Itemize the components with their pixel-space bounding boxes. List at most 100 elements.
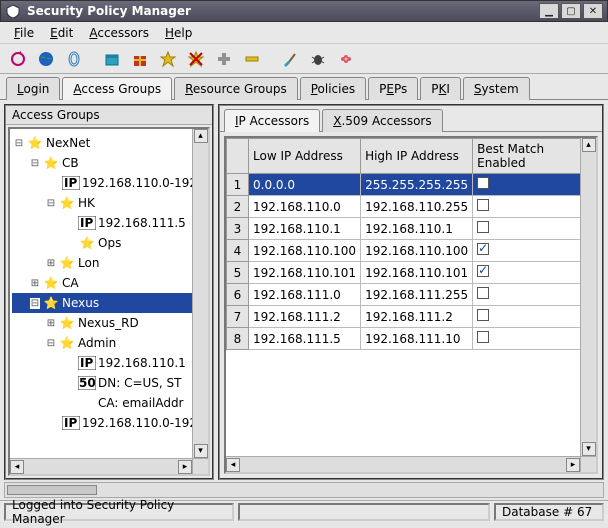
cell-low-ip[interactable]: 192.168.111.2 (249, 306, 361, 328)
svg-text:IP: IP (80, 216, 93, 230)
tree-node-dn[interactable]: 509DN: C=US, ST (12, 373, 206, 393)
col-best-match[interactable]: Best Match Enabled (473, 139, 596, 174)
cell-high-ip[interactable]: 192.168.110.101 (361, 262, 473, 284)
table-row[interactable]: 5192.168.110.101192.168.110.101 (227, 262, 596, 284)
cell-best-match[interactable] (473, 174, 596, 196)
close-button[interactable]: ✕ (583, 3, 603, 19)
table-row[interactable]: 7192.168.111.2192.168.111.2 (227, 306, 596, 328)
tree-node-ca-email[interactable]: CA: emailAddr (12, 393, 206, 413)
table-row[interactable]: 10.0.0.0255.255.255.255 (227, 174, 596, 196)
checkbox[interactable] (477, 265, 489, 277)
checkbox[interactable] (477, 177, 489, 189)
tree-node-cb[interactable]: ⊟⭐CB (12, 153, 206, 173)
cell-best-match[interactable] (473, 306, 596, 328)
cell-low-ip[interactable]: 192.168.110.100 (249, 240, 361, 262)
left-panel-title: Access Groups (6, 106, 212, 125)
tab-resource-groups[interactable]: Resource Groups (174, 77, 298, 100)
tree-node-admin-ip[interactable]: IP192.168.110.1 (12, 353, 206, 373)
minimize-button[interactable]: ▁ (539, 3, 559, 19)
cell-high-ip[interactable]: 192.168.111.255 (361, 284, 473, 306)
menu-help[interactable]: Help (159, 24, 198, 42)
checkbox[interactable] (477, 287, 489, 299)
table-row[interactable]: 2192.168.110.0192.168.110.255 (227, 196, 596, 218)
tool-refresh-icon[interactable] (6, 47, 30, 71)
tree-vertical-scrollbar[interactable]: ▴▾ (192, 129, 208, 458)
tree-node-admin[interactable]: ⊟⭐Admin (12, 333, 206, 353)
cell-best-match[interactable] (473, 218, 596, 240)
menu-file[interactable]: File (8, 24, 40, 42)
ip-icon: IP (78, 215, 96, 231)
tree-node-ops[interactable]: ⭐Ops (12, 233, 206, 253)
tool-star-icon[interactable] (156, 47, 180, 71)
checkbox[interactable] (477, 199, 489, 211)
slider-handle[interactable] (7, 485, 97, 495)
tab-policies[interactable]: Policies (300, 77, 366, 100)
table-vertical-scrollbar[interactable]: ▴▾ (580, 138, 596, 456)
cell-low-ip[interactable]: 192.168.111.5 (249, 328, 361, 350)
tree-node-hk-ip[interactable]: IP192.168.111.5 (12, 213, 206, 233)
cell-low-ip[interactable]: 192.168.110.0 (249, 196, 361, 218)
cell-high-ip[interactable]: 192.168.110.100 (361, 240, 473, 262)
tool-block-icon[interactable] (184, 47, 208, 71)
tree-node-lon[interactable]: ⊞⭐Lon (12, 253, 206, 273)
cell-best-match[interactable] (473, 284, 596, 306)
cell-high-ip[interactable]: 255.255.255.255 (361, 174, 473, 196)
toolbar (0, 44, 608, 74)
tree-node-nexus[interactable]: ⊟⭐Nexus (12, 293, 206, 313)
maximize-button[interactable]: ▢ (561, 3, 581, 19)
cell-high-ip[interactable]: 192.168.110.255 (361, 196, 473, 218)
tool-globe-icon[interactable] (34, 47, 58, 71)
tab-login[interactable]: Login (6, 77, 60, 100)
tool-gift-icon[interactable] (128, 47, 152, 71)
cell-high-ip[interactable]: 192.168.111.2 (361, 306, 473, 328)
col-rownum[interactable] (227, 139, 249, 174)
tool-brush-icon[interactable] (278, 47, 302, 71)
tree-node-bottom-ip[interactable]: IP192.168.110.0-192 (12, 413, 206, 433)
tab-access-groups[interactable]: Access Groups (62, 77, 172, 100)
cell-best-match[interactable] (473, 196, 596, 218)
menu-edit[interactable]: Edit (44, 24, 79, 42)
tool-plus-icon[interactable] (212, 47, 236, 71)
table-horizontal-scrollbar[interactable]: ◂▸ (226, 456, 580, 472)
tool-box-icon[interactable] (100, 47, 124, 71)
checkbox[interactable] (477, 331, 489, 343)
cell-low-ip[interactable]: 192.168.111.0 (249, 284, 361, 306)
rtab-ip-accessors[interactable]: IP Accessors (224, 109, 320, 132)
tool-minus-icon[interactable] (240, 47, 264, 71)
table-row[interactable]: 3192.168.110.1192.168.110.1 (227, 218, 596, 240)
split-slider[interactable] (4, 482, 604, 498)
cell-low-ip[interactable]: 0.0.0.0 (249, 174, 361, 196)
checkbox[interactable] (477, 243, 489, 255)
tree-view[interactable]: ⊟⭐NexNet ⊟⭐CB IP192.168.110.0-192 ⊟⭐HK I… (8, 127, 210, 476)
tool-flower-icon[interactable] (334, 47, 358, 71)
tab-system[interactable]: System (463, 77, 530, 100)
cell-low-ip[interactable]: 192.168.110.1 (249, 218, 361, 240)
table-row[interactable]: 6192.168.111.0192.168.111.255 (227, 284, 596, 306)
cell-high-ip[interactable]: 192.168.111.10 (361, 328, 473, 350)
tree-node-ca[interactable]: ⊞⭐CA (12, 273, 206, 293)
cell-best-match[interactable] (473, 328, 596, 350)
tab-peps[interactable]: PEPs (368, 77, 418, 100)
rtab-x509-accessors[interactable]: X.509 Accessors (322, 109, 442, 132)
cell-best-match[interactable] (473, 240, 596, 262)
col-high-ip[interactable]: High IP Address (361, 139, 473, 174)
checkbox[interactable] (477, 309, 489, 321)
cell-low-ip[interactable]: 192.168.110.101 (249, 262, 361, 284)
col-low-ip[interactable]: Low IP Address (249, 139, 361, 174)
tab-pki[interactable]: PKI (420, 77, 461, 100)
table-row[interactable]: 8192.168.111.5192.168.111.10 (227, 328, 596, 350)
tool-bug-icon[interactable] (306, 47, 330, 71)
tree-horizontal-scrollbar[interactable]: ◂▸ (10, 458, 192, 474)
star-icon: ⭐ (26, 135, 44, 151)
menu-accessors[interactable]: Accessors (83, 24, 155, 42)
tool-fingerprint-icon[interactable] (62, 47, 86, 71)
checkbox[interactable] (477, 221, 489, 233)
cell-best-match[interactable] (473, 262, 596, 284)
cell-high-ip[interactable]: 192.168.110.1 (361, 218, 473, 240)
tree-node-hk[interactable]: ⊟⭐HK (12, 193, 206, 213)
tree-node-nexus-rd[interactable]: ⊞⭐Nexus_RD (12, 313, 206, 333)
ip-table[interactable]: Low IP Address High IP Address Best Matc… (224, 136, 598, 474)
table-row[interactable]: 4192.168.110.100192.168.110.100 (227, 240, 596, 262)
tree-node-cb-ip[interactable]: IP192.168.110.0-192 (12, 173, 206, 193)
tree-node-nexnet[interactable]: ⊟⭐NexNet (12, 133, 206, 153)
